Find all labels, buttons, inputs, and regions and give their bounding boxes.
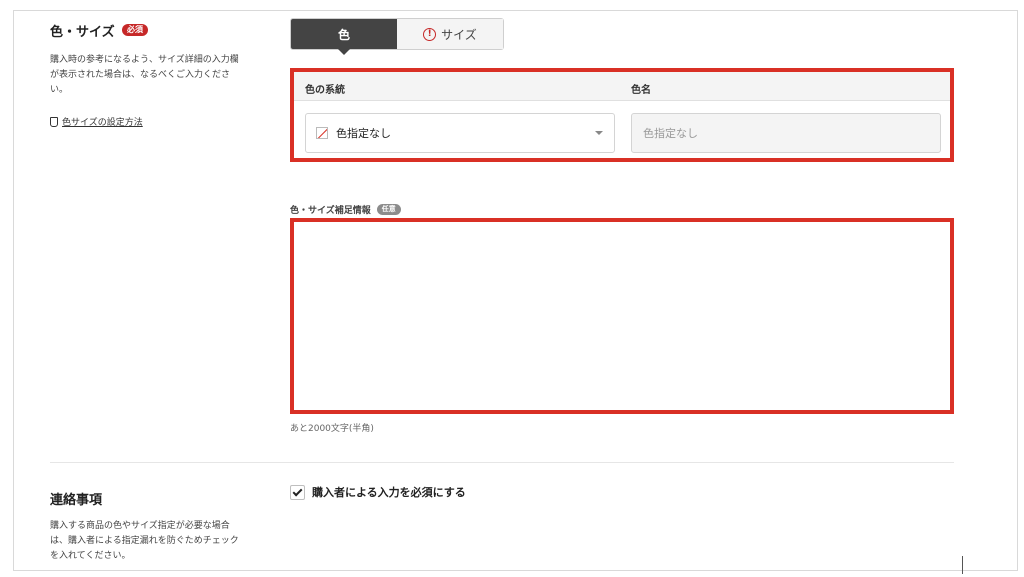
supplement-textarea[interactable] — [290, 218, 954, 414]
tab-color-label: 色 — [337, 27, 350, 42]
color-name-placeholder: 色指定なし — [643, 127, 698, 140]
description-line: を入れてください。 — [50, 551, 131, 561]
guide-link-label[interactable]: 色サイズの設定方法 — [62, 115, 143, 128]
contact-description: 購入する商品の色やサイズ指定が必要な場合 は、購入者による指定漏れを防ぐためチェ… — [50, 519, 265, 564]
color-name-header: 色名 — [631, 85, 651, 96]
description-line: 購入時の参考になるよう、サイズ詳細の入力欄 — [50, 55, 239, 65]
description-line: は、購入者による指定漏れを防ぐためチェック — [50, 536, 239, 546]
checkbox-label[interactable]: 購入者による入力を必須にする — [312, 484, 466, 500]
exclamation-circle-icon: ! — [423, 27, 437, 41]
panel-bottom-border — [13, 570, 1018, 571]
character-counter: あと2000文字(半角) — [290, 424, 374, 434]
tab-color[interactable]: 色 — [291, 19, 397, 55]
supplement-label: 色・サイズ補足情報 任意 — [290, 203, 401, 216]
color-table: 色の系統 色名 色指定なし 色指定なし — [290, 68, 954, 162]
optional-badge: 任意 — [376, 204, 401, 215]
tab-size-label: サイズ — [441, 27, 477, 42]
description-line: が表示された場合は、なるべくご入力くださ — [50, 70, 231, 80]
require-input-checkbox[interactable]: 購入者による入力を必須にする — [290, 484, 466, 500]
color-size-guide-link[interactable]: 色サイズの設定方法 — [50, 115, 143, 128]
color-table-header: 色の系統 色名 — [294, 72, 950, 101]
description-line: い。 — [50, 85, 69, 95]
description-line: 購入する商品の色やサイズ指定が必要な場合 — [50, 521, 230, 531]
color-family-value: 色指定なし — [336, 127, 391, 140]
chevron-down-icon — [595, 131, 603, 135]
color-size-tabs: 色 ! サイズ — [290, 18, 504, 55]
color-family-header: 色の系統 — [305, 85, 345, 96]
checkmark-icon — [292, 486, 303, 496]
required-badge: 必須 — [122, 24, 148, 36]
section-divider — [50, 462, 954, 463]
color-family-select[interactable]: 色指定なし — [305, 113, 615, 153]
color-size-description: 購入時の参考になるよう、サイズ詳細の入力欄 が表示された場合は、なるべくご入力く… — [50, 53, 260, 98]
tab-size[interactable]: ! サイズ — [397, 19, 503, 49]
resize-tick — [962, 556, 963, 574]
checkbox[interactable] — [290, 484, 305, 500]
supplement-label-text: 色・サイズ補足情報 — [290, 206, 371, 216]
guide-book-icon — [50, 116, 58, 127]
color-size-title: 色・サイズ — [50, 25, 115, 40]
color-name-field[interactable]: 色指定なし — [631, 113, 941, 153]
contact-title: 連絡事項 — [50, 493, 103, 508]
no-color-swatch-icon — [316, 127, 328, 139]
